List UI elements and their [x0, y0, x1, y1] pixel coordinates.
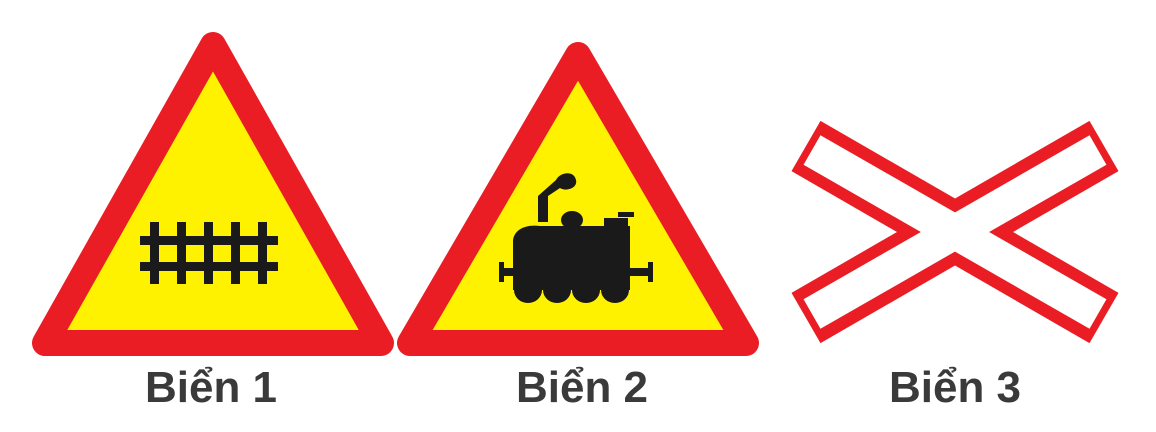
sign-1-red-border	[32, 32, 394, 356]
sign-3-saint-andrew-cross	[791, 120, 1119, 344]
sign-1-railway-crossing-without-barrier	[32, 32, 394, 356]
sign-2-railway-crossing-with-barrier	[397, 42, 759, 356]
sign-2-caption: Biển 2	[515, 363, 649, 412]
sign-3-caption: Biển 3	[888, 363, 1022, 412]
sign-1-caption: Biển 1	[144, 363, 278, 412]
